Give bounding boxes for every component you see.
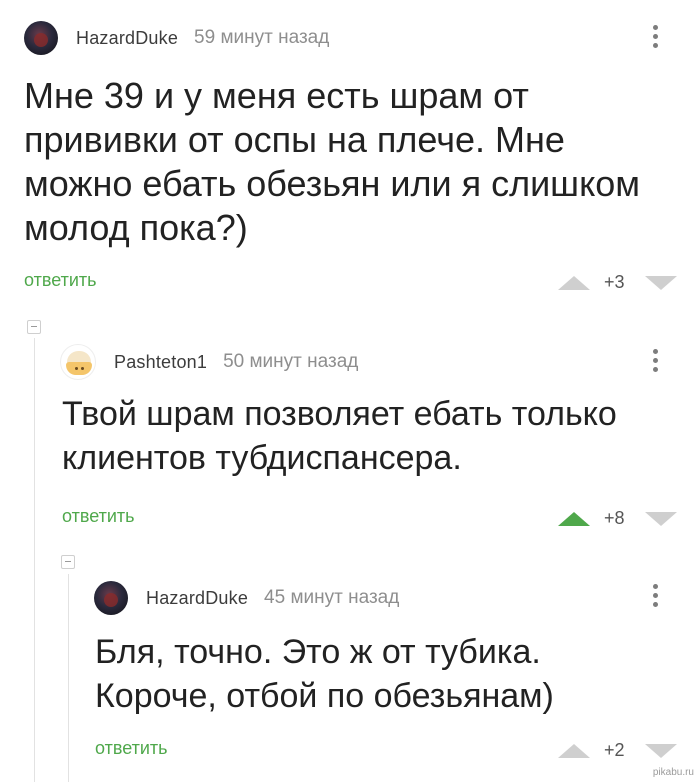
comment-text: Бля, точно. Это ж от тубика. Короче, отб… bbox=[95, 633, 554, 715]
user-avatar-icon[interactable] bbox=[60, 344, 96, 380]
reply-link[interactable]: ответить bbox=[62, 506, 135, 527]
collapse-thread-button[interactable] bbox=[27, 320, 41, 334]
upvote-arrow-icon[interactable] bbox=[558, 743, 590, 758]
vote-controls: +2 bbox=[558, 740, 677, 761]
comment-header: Pashteton1 50 минут назад bbox=[60, 344, 358, 380]
vote-controls: +3 bbox=[558, 272, 677, 293]
user-avatar-icon[interactable] bbox=[94, 581, 128, 615]
thread-line-level-1 bbox=[34, 338, 35, 782]
username[interactable]: HazardDuke bbox=[146, 588, 248, 609]
downvote-arrow-icon[interactable] bbox=[644, 511, 677, 526]
upvote-arrow-icon[interactable] bbox=[558, 275, 590, 290]
downvote-arrow-icon[interactable] bbox=[644, 275, 677, 290]
site-watermark: pikabu.ru bbox=[652, 767, 694, 778]
upvote-arrow-icon[interactable] bbox=[558, 511, 590, 526]
more-options-icon[interactable] bbox=[652, 584, 658, 612]
username[interactable]: HazardDuke bbox=[76, 28, 178, 49]
rating-count: +8 bbox=[604, 508, 625, 528]
comment-time: 59 минут назад bbox=[194, 27, 330, 48]
reply-link[interactable]: ответить bbox=[24, 270, 97, 291]
more-options-icon[interactable] bbox=[652, 349, 658, 377]
collapse-thread-button[interactable] bbox=[61, 555, 75, 569]
comment-time: 50 минут назад bbox=[223, 351, 359, 372]
comment-time: 45 минут назад bbox=[264, 587, 400, 608]
username[interactable]: Pashteton1 bbox=[114, 352, 207, 373]
vote-controls: +8 bbox=[558, 508, 677, 529]
more-options-icon[interactable] bbox=[652, 25, 658, 53]
comment-text: Твой шрам позволяет ебать только клиенто… bbox=[62, 395, 617, 477]
rating-count: +3 bbox=[604, 272, 625, 292]
comment-header: HazardDuke 45 минут назад bbox=[94, 581, 399, 615]
downvote-arrow-icon[interactable] bbox=[644, 743, 677, 758]
user-avatar-icon[interactable] bbox=[24, 21, 58, 55]
comment-header: HazardDuke 59 минут назад bbox=[24, 21, 329, 55]
comment-text: Мне 39 и у меня есть шрам от прививки от… bbox=[24, 75, 640, 248]
rating-count: +2 bbox=[604, 740, 625, 760]
thread-line-level-2 bbox=[68, 574, 69, 782]
reply-link[interactable]: ответить bbox=[95, 738, 168, 759]
